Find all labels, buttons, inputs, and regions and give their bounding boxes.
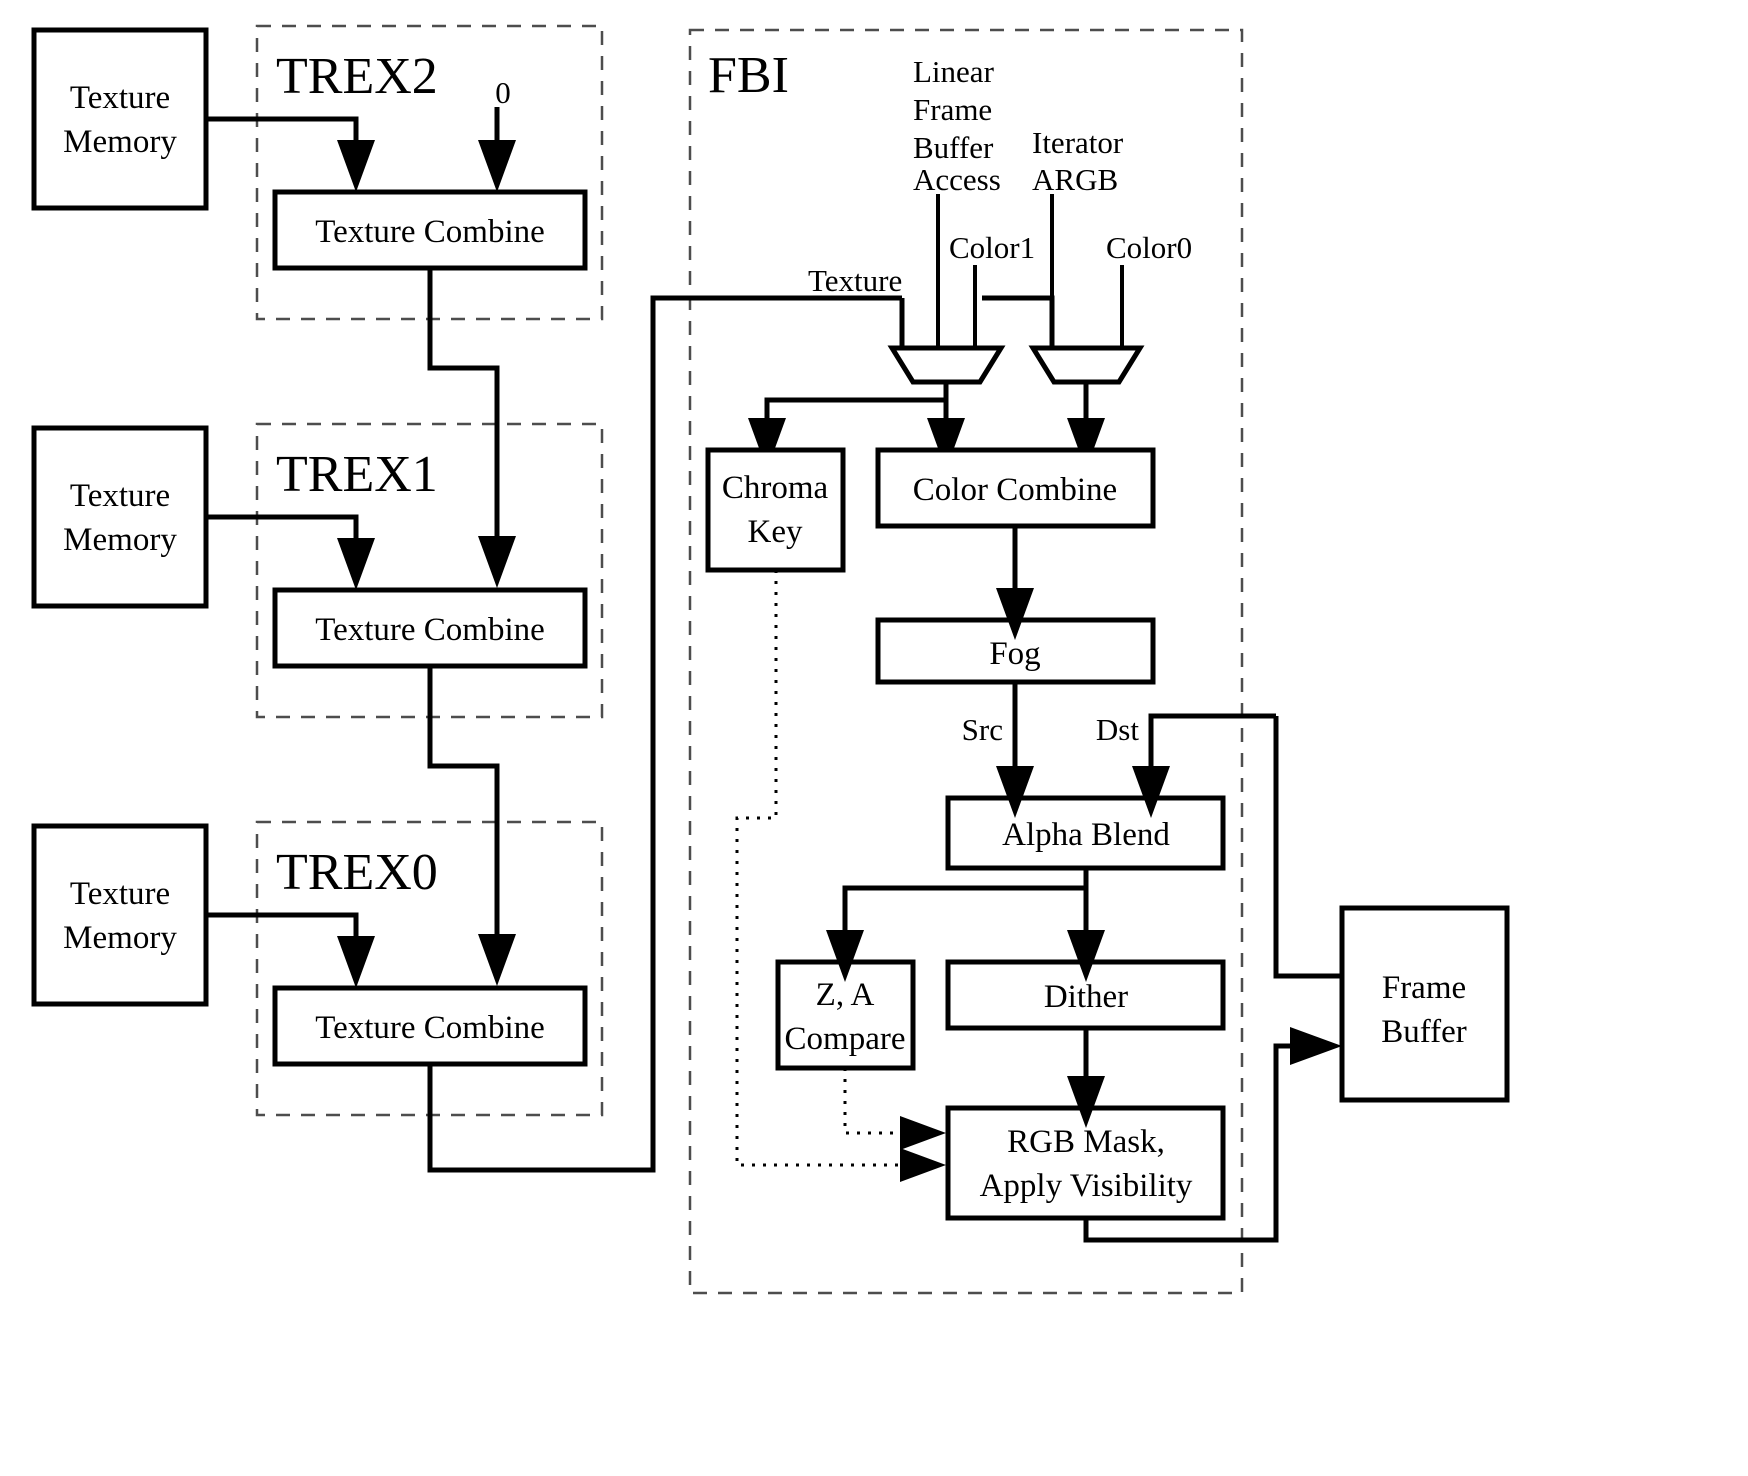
block-label-texture-combine-1: Texture Combine: [315, 612, 545, 648]
block-label-z-a-compare: Z, A: [816, 977, 875, 1013]
wire-muxleft-out: [764, 382, 949, 418]
block-label-chroma-key-b: Key: [748, 514, 803, 550]
arrow-zero-to-tc2: [478, 140, 516, 192]
block-label-texture-combine-0: Texture Combine: [315, 1010, 545, 1046]
group-label-trex0: TREX0: [276, 844, 438, 901]
signal-label-lfba-4: Access: [913, 162, 1001, 197]
signal-label-lfba-3: Buffer: [913, 130, 994, 165]
block-label-frame-buffer-b: Buffer: [1381, 1014, 1467, 1050]
block-label-texture-memory-1: Texture: [70, 478, 170, 514]
block-label-frame-buffer: Frame: [1382, 970, 1466, 1006]
group-label-trex2: TREX2: [276, 48, 438, 105]
wire-tm0-to-tc0: [206, 912, 359, 936]
block-label-texture-combine-2: Texture Combine: [315, 214, 545, 250]
block-label-rgb-mask: RGB Mask,: [1007, 1124, 1165, 1160]
signal-label-lfba-1: Linear: [913, 54, 995, 89]
wire-iterator-argb-bus: [982, 295, 1055, 348]
block-label-rgb-mask-b: Apply Visibility: [980, 1168, 1193, 1204]
signal-label-color1: Color1: [949, 230, 1035, 265]
diagram-canvas: TREX2 TREX1 TREX0 FBI Texture Memory Tex…: [0, 0, 1748, 1476]
wire-dst-to-alpha: [1148, 713, 1276, 766]
wire-framebuffer-read: [1273, 716, 1342, 979]
arrow-zacompare-to-rgbmask: [900, 1116, 946, 1150]
block-label-dither: Dither: [1044, 979, 1128, 1015]
wire-alpha-out-branch: [842, 868, 1089, 930]
signal-label-iterator-2: ARGB: [1032, 162, 1118, 197]
block-label-texture-memory-0: Texture: [70, 876, 170, 912]
block-label-chroma-key: Chroma: [722, 470, 829, 506]
block-chroma-key[interactable]: [705, 447, 846, 573]
signal-label-dst: Dst: [1096, 712, 1139, 747]
block-label-texture-memory-2b: Memory: [63, 124, 177, 160]
arrow-tc1-to-tc0: [478, 934, 516, 986]
signal-label-texture: Texture: [808, 263, 902, 298]
block-label-color-combine: Color Combine: [913, 472, 1117, 508]
block-texture-memory-2[interactable]: [31, 27, 209, 211]
mux-right[interactable]: [1028, 345, 1145, 385]
arrow-tc2-to-tc1: [478, 536, 516, 588]
wire-tc2-to-tc1: [427, 268, 500, 536]
arrow-tm1-to-tc1: [337, 538, 375, 590]
signal-label-color0: Color0: [1106, 230, 1192, 265]
wire-tm2-to-tc2: [206, 116, 359, 140]
block-label-texture-memory-0b: Memory: [63, 920, 177, 956]
signal-label-zero: 0: [495, 75, 511, 110]
wire-tm1-to-tc1: [206, 514, 359, 538]
wire-tc1-to-tc0: [427, 666, 500, 934]
arrow-tm0-to-tc0: [337, 936, 375, 988]
block-label-alpha-blend: Alpha Blend: [1002, 817, 1170, 853]
group-label-trex1: TREX1: [276, 446, 438, 503]
block-label-texture-memory-1b: Memory: [63, 522, 177, 558]
signal-label-src: Src: [962, 712, 1003, 747]
dotted-zacompare-to-rgbmask: [843, 1068, 900, 1135]
block-label-z-a-compare-b: Compare: [785, 1021, 906, 1057]
block-label-texture-memory-2: Texture: [70, 80, 170, 116]
arrow-rgbmask-to-framebuffer: [1290, 1027, 1342, 1065]
block-label-fog: Fog: [989, 636, 1040, 672]
block-texture-memory-0[interactable]: [31, 823, 209, 1007]
signal-label-iterator-1: Iterator: [1032, 125, 1124, 160]
block-texture-memory-1[interactable]: [31, 425, 209, 609]
arrow-chroma-to-rgbmask: [900, 1148, 946, 1182]
mux-left[interactable]: [887, 345, 1006, 385]
group-label-fbi: FBI: [708, 47, 789, 104]
arrow-tm2-to-tc2: [337, 140, 375, 192]
signal-label-lfba-2: Frame: [913, 92, 992, 127]
